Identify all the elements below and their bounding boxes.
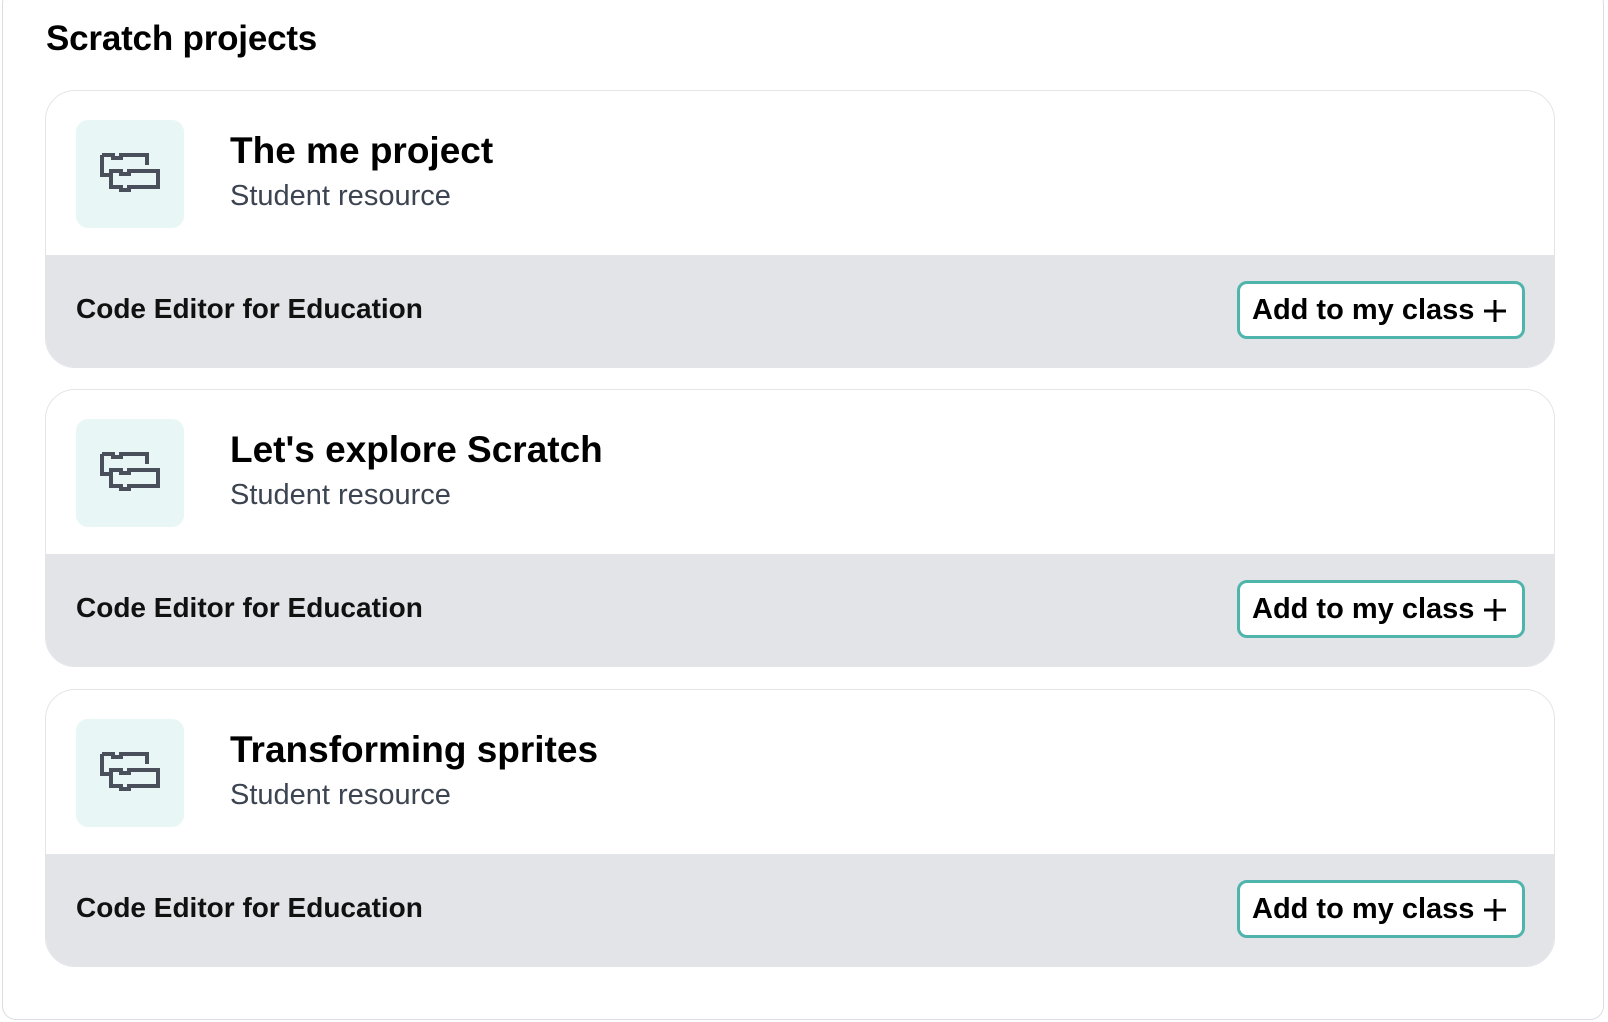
plus-icon	[1484, 599, 1506, 621]
card-title[interactable]: Let's explore Scratch	[230, 428, 603, 472]
scratch-blocks-icon	[76, 719, 184, 827]
add-to-my-class-button[interactable]: Add to my class	[1237, 880, 1525, 938]
card-header: The me project Student resource	[46, 91, 1554, 257]
card-subtitle: Student resource	[230, 479, 451, 511]
platform-label: Code Editor for Education	[76, 592, 423, 623]
card-header: Let's explore Scratch Student resource	[46, 390, 1554, 556]
section-title: Scratch projects	[46, 19, 318, 58]
project-card[interactable]: Let's explore Scratch Student resource C…	[45, 389, 1555, 667]
plus-icon	[1484, 300, 1506, 322]
platform-label: Code Editor for Education	[76, 892, 423, 923]
add-to-my-class-button[interactable]: Add to my class	[1237, 580, 1525, 638]
card-footer: Code Editor for Education Add to my clas…	[46, 854, 1554, 966]
card-title[interactable]: The me project	[230, 129, 493, 173]
add-button-label: Add to my class	[1252, 593, 1475, 625]
scratch-blocks-icon	[76, 120, 184, 228]
scratch-blocks-icon	[76, 419, 184, 527]
plus-icon	[1484, 899, 1506, 921]
project-card[interactable]: The me project Student resource Code Edi…	[45, 90, 1555, 368]
card-header: Transforming sprites Student resource	[46, 690, 1554, 856]
card-subtitle: Student resource	[230, 180, 451, 212]
add-button-label: Add to my class	[1252, 294, 1475, 326]
card-footer: Code Editor for Education Add to my clas…	[46, 554, 1554, 666]
add-button-label: Add to my class	[1252, 893, 1475, 925]
card-title[interactable]: Transforming sprites	[230, 728, 598, 772]
project-card[interactable]: Transforming sprites Student resource Co…	[45, 689, 1555, 967]
card-subtitle: Student resource	[230, 779, 451, 811]
platform-label: Code Editor for Education	[76, 293, 423, 324]
add-to-my-class-button[interactable]: Add to my class	[1237, 281, 1525, 339]
card-footer: Code Editor for Education Add to my clas…	[46, 255, 1554, 367]
